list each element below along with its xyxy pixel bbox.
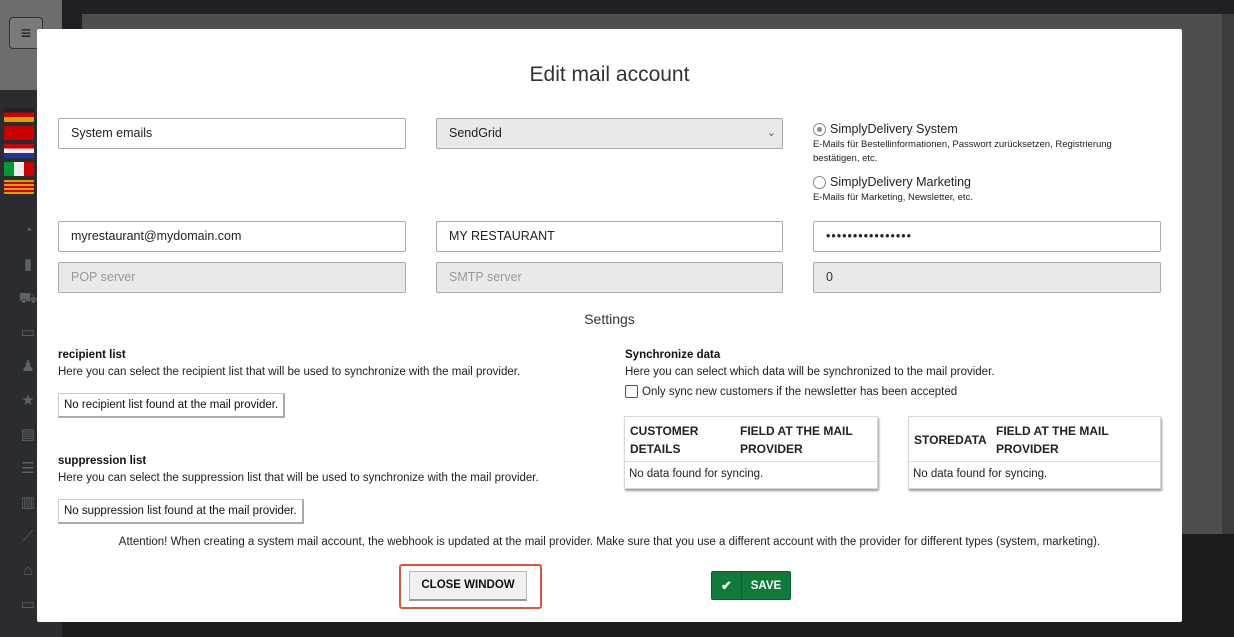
sync-data-text: Here you can select which data will be s… [625, 366, 995, 378]
book-icon[interactable]: ▥ [18, 494, 38, 528]
sidebar-icons: ◔ ▮ ⛟ ▭ ♟ ★ ▤ ☰ ▥ ⟋ ⌂ ▭ [18, 222, 38, 630]
flag-ca-icon[interactable] [4, 180, 34, 194]
col-storedata: STOREDATA [914, 433, 987, 447]
flag-de-icon[interactable] [4, 108, 34, 122]
sync-data-title: Synchronize data [625, 349, 721, 361]
star-icon[interactable]: ★ [18, 392, 38, 426]
col-customer-details: CUSTOMER DETAILS [630, 424, 699, 456]
list-icon[interactable]: ☰ [18, 460, 38, 494]
port-input[interactable]: 0 [813, 262, 1161, 293]
gauge-icon[interactable]: ◔ [18, 222, 38, 256]
pop-server-input[interactable]: POP server [58, 262, 406, 293]
cart-icon[interactable]: ⛟ [18, 290, 38, 324]
radio-system-button[interactable] [813, 122, 826, 136]
flag-ch-icon[interactable] [4, 126, 34, 140]
account-name-input[interactable]: System emails [58, 118, 406, 149]
newsletter-sync-checkbox[interactable] [625, 385, 638, 398]
radio-marketing-label: SimplyDelivery Marketing [830, 175, 972, 189]
radio-marketing-desc: E-Mails für Marketing, Newsletter, etc. [813, 192, 973, 203]
smtp-server-input[interactable]: SMTP server [436, 262, 783, 293]
settings-heading: Settings [584, 311, 635, 327]
home-icon[interactable]: ⌂ [18, 562, 38, 596]
flag-nl-icon[interactable] [4, 144, 34, 158]
edit-mail-account-modal: Edit mail account System emails SendGrid… [37, 29, 1182, 622]
suppression-list-button[interactable]: No suppression list found at the mail pr… [58, 499, 304, 524]
suppression-list-title: suppression list [58, 455, 147, 467]
radio-system-label: SimplyDelivery System [830, 122, 958, 136]
flag-it-icon[interactable] [4, 162, 34, 176]
save-button[interactable]: ✔ SAVE [711, 571, 791, 600]
recipient-list-button[interactable]: No recipient list found at the mail prov… [58, 393, 286, 418]
provider-select[interactable]: SendGrid ⌄ [436, 118, 783, 149]
recipient-list-title: recipient list [58, 349, 126, 361]
password-input[interactable]: •••••••••••••••• [813, 221, 1161, 252]
storedata-sync-table: STOREDATA FIELD AT THE MAIL PROVIDER No … [908, 416, 1161, 489]
radio-marketing[interactable]: SimplyDelivery Marketing [813, 175, 1158, 189]
monitor-icon[interactable]: ▭ [18, 596, 38, 630]
account-type-group: SimplyDelivery System E-Mails für Bestel… [813, 122, 1158, 205]
recipient-list-text: Here you can select the recipient list t… [58, 366, 521, 378]
newsletter-sync-option[interactable]: Only sync new customers if the newslette… [625, 385, 957, 398]
bar-chart-icon[interactable]: ▮ [18, 256, 38, 290]
close-window-button[interactable]: CLOSE WINDOW [409, 571, 527, 601]
provider-select-value: SendGrid [449, 126, 502, 140]
attention-note: Attention! When creating a system mail a… [118, 536, 1101, 548]
monitor-icon[interactable]: ▭ [18, 324, 38, 358]
table-row: No data found for syncing. [913, 468, 1048, 480]
language-flags [4, 108, 34, 198]
table-header: STOREDATA FIELD AT THE MAIL PROVIDER [909, 417, 1160, 462]
suppression-list-text: Here you can select the suppression list… [58, 472, 539, 484]
line-chart-icon[interactable]: ⟋ [18, 528, 38, 562]
radio-marketing-button[interactable] [813, 175, 826, 189]
save-label: SAVE [750, 579, 782, 592]
col-mail-provider-field: FIELD AT THE MAIL PROVIDER [740, 424, 853, 456]
customer-sync-table: CUSTOMER DETAILS FIELD AT THE MAIL PROVI… [624, 416, 878, 489]
radio-system-desc: E-Mails für Bestellinformationen, Passwo… [813, 139, 1112, 164]
email-input[interactable]: myrestaurant@mydomain.com [58, 221, 406, 252]
checkmark-icon: ✔ [712, 572, 742, 599]
sender-name-input[interactable]: MY RESTAURANT [436, 221, 783, 252]
background-strip [1222, 14, 1234, 534]
modal-title: Edit mail account [529, 63, 690, 86]
chevron-down-icon: ⌄ [766, 127, 776, 139]
col-mail-provider-field: FIELD AT THE MAIL PROVIDER [996, 424, 1109, 456]
table-row: No data found for syncing. [629, 468, 764, 480]
radio-system[interactable]: SimplyDelivery System [813, 122, 1158, 136]
table-header: CUSTOMER DETAILS FIELD AT THE MAIL PROVI… [625, 417, 877, 462]
archive-icon[interactable]: ▤ [18, 426, 38, 460]
user-plus-icon[interactable]: ♟ [18, 358, 38, 392]
newsletter-sync-label: Only sync new customers if the newslette… [642, 385, 958, 398]
